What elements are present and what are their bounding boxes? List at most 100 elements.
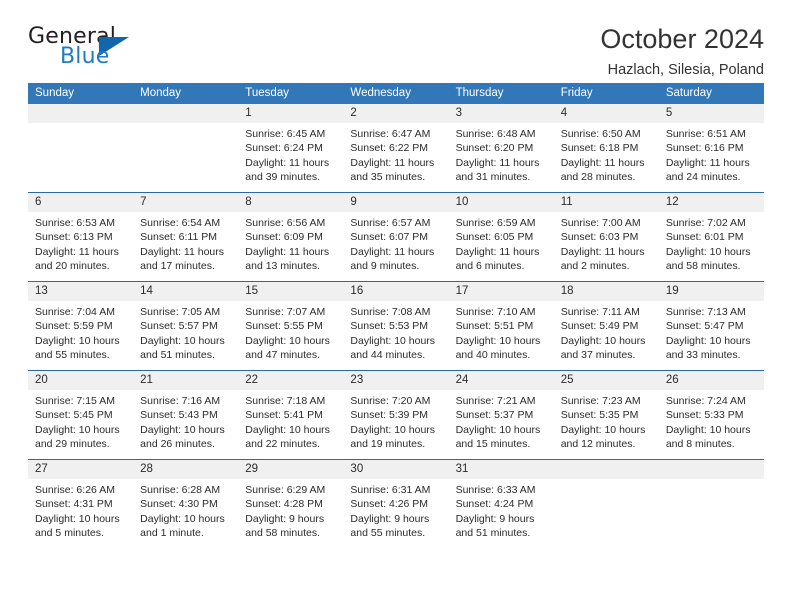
day-number-24[interactable]: 24 xyxy=(449,371,554,390)
day-number-27[interactable]: 27 xyxy=(28,460,133,479)
day-number-16[interactable]: 16 xyxy=(343,282,448,301)
sunset-text: Sunset: 4:24 PM xyxy=(455,498,534,511)
day-cell-30[interactable]: Sunrise: 6:31 AM Sunset: 4:26 PM Daylight:… xyxy=(343,479,448,548)
day-cell-21[interactable]: Sunrise: 7:16 AM Sunset: 5:43 PM Daylight:… xyxy=(133,390,238,459)
day-cell-14[interactable]: Sunrise: 7:05 AM Sunset: 5:57 PM Daylight:… xyxy=(133,301,238,370)
daylight-text-line2: and 40 minutes. xyxy=(455,349,531,362)
day-number-12[interactable]: 12 xyxy=(659,193,764,212)
day-cell-24[interactable]: Sunrise: 7:21 AM Sunset: 5:37 PM Daylight:… xyxy=(449,390,554,459)
day-number-8[interactable]: 8 xyxy=(238,193,343,212)
sunset-text: Sunset: 5:51 PM xyxy=(455,320,534,333)
daylight-text-line1: Daylight: 10 hours xyxy=(35,423,120,436)
daylight-text-line2: and 12 minutes. xyxy=(560,438,636,451)
daylight-text-line2: and 55 minutes. xyxy=(35,349,110,362)
day-number-30[interactable]: 30 xyxy=(343,460,448,479)
day-cell-6[interactable]: Sunrise: 6:53 AM Sunset: 6:13 PM Daylight:… xyxy=(28,212,133,281)
day-cell-27[interactable]: Sunrise: 6:26 AM Sunset: 4:31 PM Daylight:… xyxy=(28,479,133,548)
day-number-20[interactable]: 20 xyxy=(28,371,133,390)
day-number-28[interactable]: 28 xyxy=(133,460,238,479)
day-cell-31[interactable]: Sunrise: 6:33 AM Sunset: 4:24 PM Daylight:… xyxy=(449,479,554,548)
sunrise-text: Sunrise: 7:05 AM xyxy=(140,306,221,318)
day-cell-23[interactable]: Sunrise: 7:20 AM Sunset: 5:39 PM Daylight:… xyxy=(343,390,448,459)
day-number-31[interactable]: 31 xyxy=(449,460,554,479)
day-number-5[interactable]: 5 xyxy=(659,104,764,123)
calendar-page: General Blue October 2024 Hazlach, Siles… xyxy=(0,0,792,612)
day-number-23[interactable]: 23 xyxy=(343,371,448,390)
day-number-22[interactable]: 22 xyxy=(238,371,343,390)
day-cell-18[interactable]: Sunrise: 7:11 AM Sunset: 5:49 PM Daylight:… xyxy=(554,301,659,370)
sunrise-text: Sunrise: 7:02 AM xyxy=(665,217,746,229)
sunrise-text: Sunrise: 6:51 AM xyxy=(665,128,746,140)
day-cell-16[interactable]: Sunrise: 7:08 AM Sunset: 5:53 PM Daylight:… xyxy=(343,301,448,370)
day-cell-22[interactable]: Sunrise: 7:18 AM Sunset: 5:41 PM Daylight:… xyxy=(238,390,343,459)
daylight-text-line1: Daylight: 11 hours xyxy=(560,156,645,169)
day-cell-17[interactable]: Sunrise: 7:10 AM Sunset: 5:51 PM Daylight:… xyxy=(449,301,554,370)
day-number-17[interactable]: 17 xyxy=(449,282,554,301)
sunrise-text: Sunrise: 7:04 AM xyxy=(35,306,115,318)
day-number-26[interactable]: 26 xyxy=(659,371,764,390)
day-number-empty xyxy=(554,460,659,479)
day-cell-11[interactable]: Sunrise: 7:00 AM Sunset: 6:03 PM Daylight:… xyxy=(554,212,659,281)
daylight-text-line1: Daylight: 11 hours xyxy=(140,245,224,258)
calendar-week-row: 20 21 22 23 24 25 26 Sunrise: 7:15 AM Sunset: 5:… xyxy=(28,370,764,459)
sunrise-text: Sunrise: 6:28 AM xyxy=(140,484,221,496)
day-number-11[interactable]: 11 xyxy=(554,193,659,212)
sunrise-text: Sunrise: 7:13 AM xyxy=(665,306,746,318)
sunset-text: Sunset: 4:30 PM xyxy=(140,498,218,511)
daylight-text-line1: Daylight: 9 hours xyxy=(245,512,325,525)
day-cell-28[interactable]: Sunrise: 6:28 AM Sunset: 4:30 PM Daylight:… xyxy=(133,479,238,548)
day-cell-2[interactable]: Sunrise: 6:47 AM Sunset: 6:22 PM Daylight:… xyxy=(343,123,448,192)
day-cell-25[interactable]: Sunrise: 7:23 AM Sunset: 5:35 PM Daylight:… xyxy=(554,390,659,459)
day-number-7[interactable]: 7 xyxy=(133,193,238,212)
sunset-text: Sunset: 5:43 PM xyxy=(140,409,218,422)
day-cell-3[interactable]: Sunrise: 6:48 AM Sunset: 6:20 PM Daylight:… xyxy=(449,123,554,192)
day-number-14[interactable]: 14 xyxy=(133,282,238,301)
daylight-text-line2: and 29 minutes. xyxy=(35,438,110,451)
day-number-10[interactable]: 10 xyxy=(449,193,554,212)
day-cell-8[interactable]: Sunrise: 6:56 AM Sunset: 6:09 PM Daylight:… xyxy=(238,212,343,281)
day-cell-10[interactable]: Sunrise: 6:59 AM Sunset: 6:05 PM Daylight:… xyxy=(449,212,554,281)
day-number-4[interactable]: 4 xyxy=(554,104,659,123)
sunset-text: Sunset: 6:03 PM xyxy=(560,231,639,244)
day-number-25[interactable]: 25 xyxy=(554,371,659,390)
day-cell-4[interactable]: Sunrise: 6:50 AM Sunset: 6:18 PM Daylight:… xyxy=(554,123,659,192)
daylight-text-line2: and 39 minutes. xyxy=(245,171,320,184)
day-cell-7[interactable]: Sunrise: 6:54 AM Sunset: 6:11 PM Daylight:… xyxy=(133,212,238,281)
daylight-text-line1: Daylight: 10 hours xyxy=(245,423,330,436)
daylight-text-line2: and 35 minutes. xyxy=(350,171,426,184)
day-cell-29[interactable]: Sunrise: 6:29 AM Sunset: 4:28 PM Daylight:… xyxy=(238,479,343,548)
daylight-text-line1: Daylight: 10 hours xyxy=(455,423,541,436)
day-cell-19[interactable]: Sunrise: 7:13 AM Sunset: 5:47 PM Daylight:… xyxy=(659,301,764,370)
daylight-text-line1: Daylight: 10 hours xyxy=(350,334,436,347)
sunrise-text: Sunrise: 6:47 AM xyxy=(350,128,431,140)
day-number-2[interactable]: 2 xyxy=(343,104,448,123)
day-cell-20[interactable]: Sunrise: 7:15 AM Sunset: 5:45 PM Daylight:… xyxy=(28,390,133,459)
sunrise-text: Sunrise: 6:29 AM xyxy=(245,484,326,496)
day-number-29[interactable]: 29 xyxy=(238,460,343,479)
day-number-6[interactable]: 6 xyxy=(28,193,133,212)
day-cell-9[interactable]: Sunrise: 6:57 AM Sunset: 6:07 PM Daylight:… xyxy=(343,212,448,281)
day-cell-13[interactable]: Sunrise: 7:04 AM Sunset: 5:59 PM Daylight:… xyxy=(28,301,133,370)
day-cell-12[interactable]: Sunrise: 7:02 AM Sunset: 6:01 PM Daylight:… xyxy=(659,212,764,281)
day-number-empty xyxy=(659,460,764,479)
day-cell-1[interactable]: Sunrise: 6:45 AM Sunset: 6:24 PM Daylight:… xyxy=(238,123,343,192)
day-number-18[interactable]: 18 xyxy=(554,282,659,301)
day-number-1[interactable]: 1 xyxy=(238,104,343,123)
day-number-9[interactable]: 9 xyxy=(343,193,448,212)
day-cell-5[interactable]: Sunrise: 6:51 AM Sunset: 6:16 PM Daylight:… xyxy=(659,123,764,192)
day-cell-15[interactable]: Sunrise: 7:07 AM Sunset: 5:55 PM Daylight:… xyxy=(238,301,343,370)
day-number-3[interactable]: 3 xyxy=(449,104,554,123)
weekday-header-row: Sunday Monday Tuesday Wednesday Thursday Frid… xyxy=(28,83,764,104)
day-number-15[interactable]: 15 xyxy=(238,282,343,301)
day-number-19[interactable]: 19 xyxy=(659,282,764,301)
day-cell-26[interactable]: Sunrise: 7:24 AM Sunset: 5:33 PM Daylight:… xyxy=(659,390,764,459)
daylight-text-line2: and 33 minutes. xyxy=(665,349,741,362)
day-number-13[interactable]: 13 xyxy=(28,282,133,301)
general-blue-logo[interactable]: General Blue xyxy=(28,24,138,70)
day-number-21[interactable]: 21 xyxy=(133,371,238,390)
sunrise-text: Sunrise: 7:15 AM xyxy=(35,395,115,407)
daylight-text-line1: Daylight: 10 hours xyxy=(560,334,646,347)
sunset-text: Sunset: 5:41 PM xyxy=(245,409,323,422)
sunrise-text: Sunrise: 7:08 AM xyxy=(350,306,431,318)
daylight-text-line1: Daylight: 11 hours xyxy=(455,156,540,169)
